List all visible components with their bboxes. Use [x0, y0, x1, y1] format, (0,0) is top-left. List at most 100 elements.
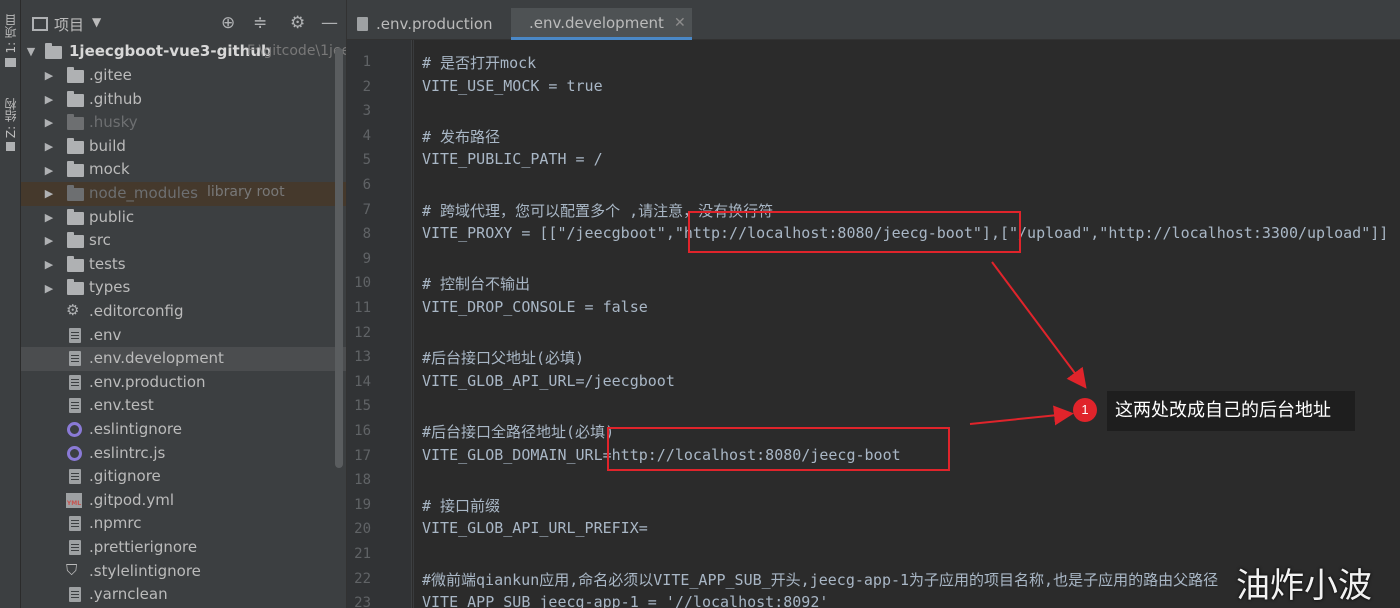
- line-number: 9: [362, 250, 371, 267]
- tree-item[interactable]: ▶ .github: [21, 88, 346, 112]
- structure-tool-tab-label: Z: 结构: [4, 98, 18, 139]
- gear-icon: ⚙: [66, 301, 80, 319]
- highlight-box-domain-url: [607, 427, 950, 471]
- line-number: 6: [362, 177, 371, 193]
- tree-root[interactable]: ▼ 1jeecgboot-vue3-github F:\gitcode\1jee…: [21, 40, 346, 64]
- folder-icon: [67, 255, 84, 272]
- line-number: 21: [354, 546, 371, 562]
- tree-item[interactable]: ⛉ .stylelintignore: [21, 560, 346, 584]
- project-tool-tab[interactable]: 1: 项目: [0, 14, 21, 67]
- line-number: 16: [354, 423, 371, 439]
- tab-env-development[interactable]: .env.development ✕: [511, 8, 692, 40]
- code-line: # 接口前缀: [422, 496, 501, 515]
- file-icon: [69, 398, 81, 414]
- file-icon: [69, 327, 81, 343]
- tree-item-label: .env.production: [89, 372, 206, 391]
- tree-item[interactable]: ▶ tests: [21, 253, 346, 277]
- file-icon: [69, 516, 81, 532]
- gear-icon[interactable]: ⚙: [290, 13, 305, 33]
- project-panel: 项目 ▼ ⊕ ≑ ⚙ — ▼ 1jeecgboot-vue3-github F:…: [21, 0, 347, 608]
- chevron-right-icon[interactable]: ▶: [43, 282, 55, 295]
- chevron-down-icon[interactable]: ▼: [25, 45, 37, 58]
- tree-item-label: .env: [89, 325, 122, 344]
- tree-item[interactable]: ▶ .husky: [21, 111, 346, 135]
- tree-item[interactable]: .env.test: [21, 394, 346, 418]
- tree-item[interactable]: ⚙ .editorconfig: [21, 300, 346, 324]
- code-line: # 发布路径: [422, 127, 501, 146]
- close-icon[interactable]: ✕: [674, 15, 686, 31]
- folder-icon: [45, 43, 62, 59]
- tree-item[interactable]: .npmrc: [21, 512, 346, 536]
- chevron-right-icon[interactable]: ▶: [43, 234, 55, 247]
- code-line: #微前端qiankun应用,命名必须以VITE_APP_SUB_开头,jeecg…: [422, 570, 1219, 589]
- line-number: 8: [362, 226, 371, 243]
- folder-icon: [67, 208, 84, 225]
- chevron-right-icon[interactable]: ▶: [43, 211, 55, 224]
- folder-icon: [67, 161, 84, 178]
- tree-item[interactable]: .eslintrc.js: [21, 442, 346, 466]
- tree-item-label: src: [89, 231, 111, 250]
- line-number: 20: [354, 521, 371, 538]
- tree-item[interactable]: ▶ node_modules library root: [21, 182, 346, 206]
- line-number: 22: [354, 570, 371, 587]
- line-number: 19: [354, 496, 371, 513]
- tree-item[interactable]: .prettierignore: [21, 536, 346, 560]
- collapse-all-icon[interactable]: ≑: [253, 13, 267, 33]
- project-panel-title[interactable]: 项目: [54, 14, 84, 35]
- tree-item[interactable]: ▶ .gitee: [21, 64, 346, 88]
- tree-item[interactable]: ▶ mock: [21, 158, 346, 182]
- line-number: 7: [362, 201, 371, 218]
- tree-item-label: mock: [89, 160, 130, 179]
- stylelint-icon: ⛉: [66, 560, 78, 579]
- folder-icon: [67, 232, 84, 249]
- line-number: 15: [354, 398, 371, 415]
- eslint-icon: [67, 422, 82, 437]
- chevron-right-icon[interactable]: ▶: [43, 116, 55, 129]
- chevron-right-icon[interactable]: ▶: [43, 164, 55, 177]
- structure-tool-tab[interactable]: Z: 结构: [0, 98, 21, 152]
- line-number: 4: [362, 127, 371, 144]
- line-number: 10: [354, 275, 371, 292]
- folder-icon: [67, 185, 84, 201]
- file-icon: [357, 17, 368, 31]
- tree-item[interactable]: ▶ types: [21, 276, 346, 300]
- tree-item[interactable]: .yarnclean: [21, 583, 346, 607]
- chevron-right-icon[interactable]: ▶: [43, 69, 55, 82]
- tree-item[interactable]: ▶ src: [21, 229, 346, 253]
- minimize-icon[interactable]: —: [321, 13, 338, 33]
- tree-item[interactable]: .eslintignore: [21, 418, 346, 442]
- file-icon: [69, 587, 81, 603]
- yaml-file-icon: YML: [66, 492, 82, 508]
- tree-item-label: .eslintrc.js: [89, 443, 166, 462]
- tree-item[interactable]: YML .gitpod.yml: [21, 489, 346, 513]
- chevron-right-icon[interactable]: ▶: [43, 140, 55, 153]
- tree-item-label: types: [89, 278, 131, 297]
- line-number: 3: [362, 103, 371, 120]
- tree-item[interactable]: .env.development: [21, 347, 346, 371]
- tool-window-strip: 1: 项目 Z: 结构: [0, 0, 21, 608]
- chevron-right-icon[interactable]: ▶: [43, 93, 55, 106]
- chevron-down-icon[interactable]: ▼: [92, 15, 101, 29]
- tab-env-production[interactable]: .env.production: [347, 8, 510, 40]
- chevron-right-icon[interactable]: ▶: [43, 187, 55, 200]
- tree-item[interactable]: ▶ public: [21, 206, 346, 230]
- tree-item-label: .npmrc: [89, 514, 142, 533]
- folder-icon: [67, 137, 84, 154]
- code-line: #后台接口父地址(必填): [422, 349, 585, 368]
- tree-item-label: .github: [89, 89, 142, 108]
- tree-item[interactable]: .env: [21, 324, 346, 348]
- folder-icon: [67, 67, 84, 83]
- code-line: #后台接口全路径地址(必填): [422, 423, 615, 441]
- line-number: 18: [354, 472, 371, 489]
- file-icon: [69, 469, 81, 485]
- tree-item-label: .yarnclean: [89, 585, 168, 604]
- project-scrollbar[interactable]: [335, 48, 343, 468]
- tree-item[interactable]: .env.production: [21, 371, 346, 395]
- line-number: 5: [362, 152, 371, 169]
- tree-item[interactable]: .gitignore: [21, 465, 346, 489]
- chevron-right-icon[interactable]: ▶: [43, 258, 55, 271]
- line-number: 23: [354, 595, 371, 608]
- tree-item[interactable]: ▶ build: [21, 135, 346, 159]
- line-number-gutter: 1 2 3 4 5 6 7 8 9 10 11 12 13 14 15 16 17 18 19 20 21 22 23: [347, 40, 412, 608]
- crosshair-icon[interactable]: ⊕: [221, 13, 235, 33]
